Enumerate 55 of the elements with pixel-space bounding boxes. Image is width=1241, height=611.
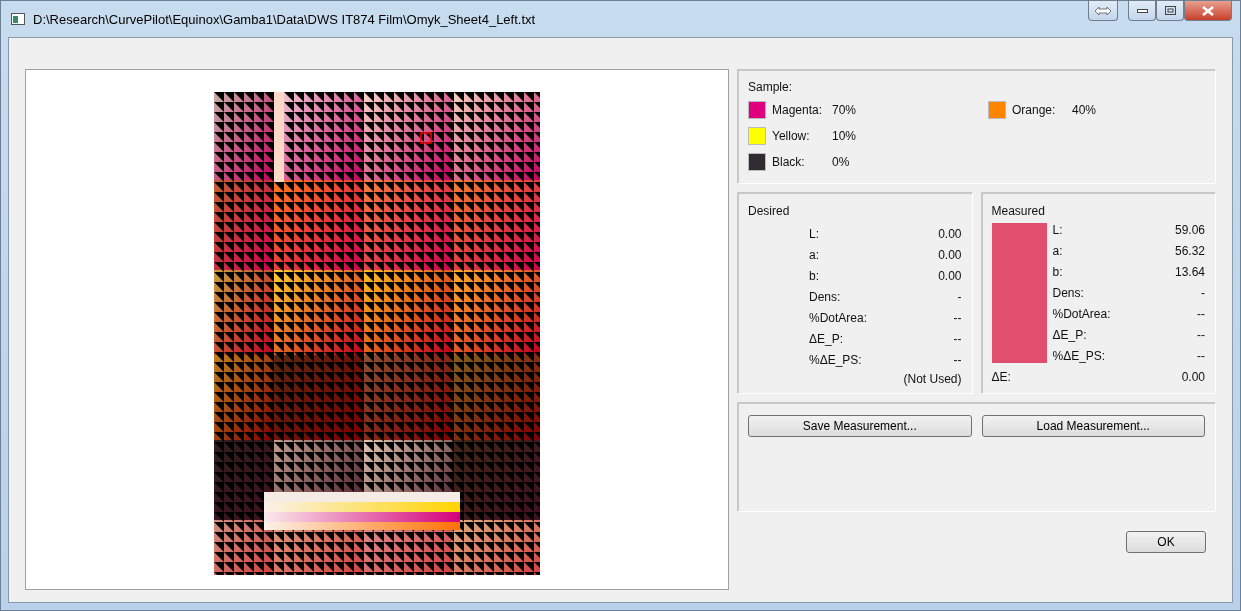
ink-name: Yellow:: [772, 129, 811, 143]
value-label: %DotArea:: [809, 310, 869, 325]
value-label: b:: [1052, 264, 1064, 279]
value-text: 0.00: [1181, 369, 1205, 384]
ink-name: Orange:: [1012, 103, 1057, 117]
value-label: b:: [809, 268, 820, 283]
value-text: -: [1201, 285, 1205, 300]
double-arrow-icon: [1095, 6, 1111, 15]
close-icon: [1201, 5, 1215, 16]
value-label: %ΔE_PS:: [1052, 348, 1107, 363]
minimize-button[interactable]: [1128, 1, 1156, 21]
value-label: ΔE_P:: [1052, 327, 1088, 342]
value-text: 0.00: [938, 268, 962, 283]
ink-percent: 10%: [832, 129, 857, 143]
value-text: 56.32: [1174, 243, 1205, 258]
value-text: 0.00: [938, 247, 962, 262]
panel-title: Desired: [748, 204, 791, 218]
value-text: --: [953, 352, 962, 367]
value-label: L:: [1052, 222, 1064, 237]
value-label: ΔE:: [991, 369, 1012, 384]
value-text: --: [1197, 327, 1205, 342]
sample-label: Sample:: [748, 80, 794, 94]
measurement-button[interactable]: Load Measurement...: [981, 415, 1205, 437]
ink-name: Black:: [772, 155, 806, 169]
value-text: 0.00: [938, 226, 962, 241]
window-title: D:\Research\CurvePilot\Equinox\Gamba1\Data\DWS IT874 Film\Omyk_Sheet4_Left.txt: [33, 11, 537, 27]
value-text: 13.64: [1174, 264, 1205, 279]
minimize-icon: [1136, 8, 1148, 13]
ink-name: Magenta:: [772, 103, 824, 117]
note-text: (Not Used): [903, 372, 962, 386]
close-button[interactable]: [1184, 1, 1232, 21]
panel-title: Measured: [991, 204, 1046, 218]
value-label: L:: [809, 226, 820, 241]
ink-percent: 40%: [1072, 103, 1097, 117]
value-label: a:: [809, 247, 820, 262]
measurement-button[interactable]: Save Measurement...: [748, 415, 972, 437]
value-text: --: [953, 331, 962, 346]
ok-button[interactable]: OK: [1126, 531, 1206, 553]
value-text: -: [957, 289, 962, 304]
value-label: %DotArea:: [1052, 306, 1112, 321]
ink-percent: 0%: [832, 155, 850, 169]
value-text: --: [1197, 306, 1205, 321]
value-text: 59.06: [1174, 222, 1205, 237]
app-icon: [11, 13, 25, 25]
value-label: %ΔE_PS:: [809, 352, 863, 367]
value-text: --: [1197, 348, 1205, 363]
ink-percent: 70%: [832, 103, 857, 117]
maximize-button[interactable]: [1156, 1, 1184, 21]
resize-button[interactable]: [1088, 1, 1118, 21]
value-text: --: [953, 310, 962, 325]
value-label: Dens:: [809, 289, 842, 304]
value-label: a:: [1052, 243, 1064, 258]
value-label: Dens:: [1052, 285, 1085, 300]
value-label: ΔE_P:: [809, 331, 845, 346]
maximize-icon: [1164, 6, 1176, 15]
